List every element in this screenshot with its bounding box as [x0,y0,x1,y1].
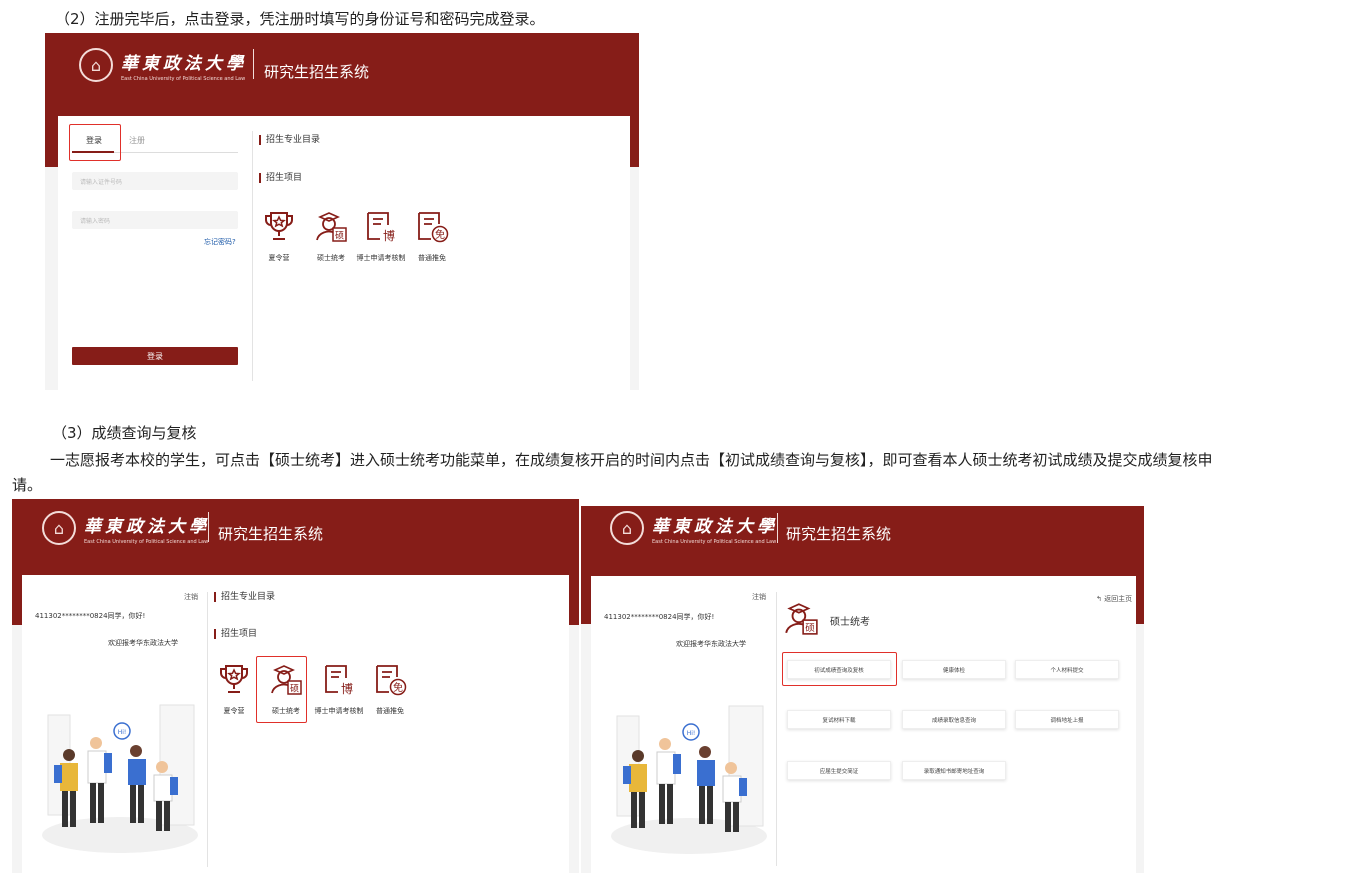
login-screenshot: ⌂ 華東政法大學 East China University of Politi… [45,33,639,390]
menu-title: 硕士统考 [830,617,870,628]
students-illustration: Hi! [611,705,767,854]
project-label: 博士申请考核制 [314,707,364,715]
master-menu-screenshot: ⌂ 華東政法大學 East China University of Politi… [581,506,1144,873]
password-input[interactable]: 请输入密码 [72,211,238,229]
catalog-heading[interactable]: 招生专业目录 [259,135,320,145]
exempt-icon: 免 [418,212,449,243]
logo-english: East China University of Political Scien… [84,538,209,545]
trophy-icon [265,212,293,240]
health-check-button[interactable]: 健康体检 [902,660,1006,679]
project-label: 夏令营 [268,254,290,262]
highlight-box [69,124,121,161]
step3-title: （3）成绩查询与复核 [52,424,197,442]
doctor-icon: 博 [325,665,353,696]
welcome-text: 欢迎报考华东政法大学 [108,639,178,647]
project-label: 普通推免 [418,254,446,262]
illustration-sign: Hi! [687,730,696,737]
greeting-text: 411302********0824同学，你好! [604,613,715,621]
card-divider [207,592,208,867]
svg-text:硕: 硕 [335,231,344,242]
logo-name: 華東政法大學 [652,516,778,537]
back-home-link[interactable]: ↰ 返回主页 [1096,594,1132,604]
system-title: 研究生招生系统 [786,525,892,543]
system-title: 研究生招生系统 [218,525,324,543]
step3-body: 一志愿报考本校的学生，可点击【硕士统考】进入硕士统考功能菜单，在成绩复核开启的时… [50,451,1213,469]
university-logo[interactable]: ⌂ 華東政法大學 East China University of Politi… [42,511,210,545]
svg-text:免: 免 [435,228,445,241]
tab-register[interactable]: 注册 [129,135,145,146]
project-label: 普通推免 [376,707,404,715]
step3-body-end: 请。 [12,476,43,494]
highlight-box [782,652,897,686]
university-logo[interactable]: ⌂ 華東政法大學 East China University of Politi… [79,48,247,82]
exempt-icon: 免 [376,665,407,696]
seal-icon: ⌂ [42,511,76,545]
highlight-box [256,656,307,723]
graduate-certificate-button[interactable]: 应届生提交简证 [787,761,891,780]
svg-text:博: 博 [383,228,395,243]
doctor-icon: 博 [367,212,395,243]
illustration-sign: Hi! [118,729,127,736]
login-button[interactable]: 登录 [72,347,238,365]
master-exam-icon: 硕 [785,603,818,635]
admission-info-button[interactable]: 成绩录取信息查询 [902,710,1006,729]
trophy-icon [220,665,248,693]
id-input[interactable]: 请输入证件号码 [72,172,238,190]
master-exam-icon: 硕 [316,212,347,242]
header-divider [253,49,254,79]
project-label: 博士申请考核制 [356,254,406,262]
project-exempt[interactable]: 免 普通推免 [359,662,421,716]
header-divider [208,512,209,542]
retest-materials-button[interactable]: 复试材料下载 [787,710,891,729]
logo-name: 華東政法大學 [84,516,210,537]
forgot-password-link[interactable]: 忘记密码? [204,237,236,247]
card-divider [776,592,777,866]
dashboard-screenshot: ⌂ 華東政法大學 East China University of Politi… [12,499,579,873]
welcome-text: 欢迎报考华东政法大学 [676,640,746,648]
file-address-button[interactable]: 调档地址上报 [1015,710,1119,729]
seal-icon: ⌂ [610,511,644,545]
students-illustration: Hi! [42,704,198,853]
projects-heading: 招生项目 [259,173,302,183]
dashboard-card: 注销 411302********0824同学，你好! 欢迎报考华东政法大学 H… [22,575,569,873]
project-exempt[interactable]: 免 普通推免 [401,209,463,263]
university-logo[interactable]: ⌂ 華東政法大學 East China University of Politi… [610,511,778,545]
step2-text: （2）注册完毕后，点击登录，凭注册时填写的身份证号和密码完成登录。 [55,10,545,28]
master-menu-card: 注销 411302********0824同学，你好! 欢迎报考华东政法大学 H… [591,576,1136,873]
catalog-heading[interactable]: 招生专业目录 [214,592,275,602]
login-card: 登录 注册 请输入证件号码 请输入密码 忘记密码? 登录 招生专业目录 招生项目… [58,116,630,390]
logo-english: East China University of Political Scien… [652,538,777,545]
svg-text:硕: 硕 [805,623,815,634]
notice-mailing-button[interactable]: 录取通知书邮寄地址查询 [902,761,1006,780]
svg-text:博: 博 [341,681,353,696]
project-label: 夏令营 [223,707,245,715]
projects-heading: 招生项目 [214,629,257,639]
logo-english: East China University of Political Scien… [121,75,246,82]
back-arrow-icon: ↰ [1096,595,1102,603]
logout-link[interactable]: 注销 [184,592,198,602]
back-home-label: 返回主页 [1104,595,1133,603]
project-label: 硕士统考 [317,254,345,262]
system-title: 研究生招生系统 [264,63,370,81]
logo-name: 華東政法大學 [121,53,247,74]
personal-materials-button[interactable]: 个人材料提交 [1015,660,1119,679]
greeting-text: 411302********0824同学，你好! [35,612,146,620]
header-divider [777,513,778,543]
logout-link[interactable]: 注销 [752,592,766,602]
seal-icon: ⌂ [79,48,113,82]
svg-text:免: 免 [393,681,403,694]
